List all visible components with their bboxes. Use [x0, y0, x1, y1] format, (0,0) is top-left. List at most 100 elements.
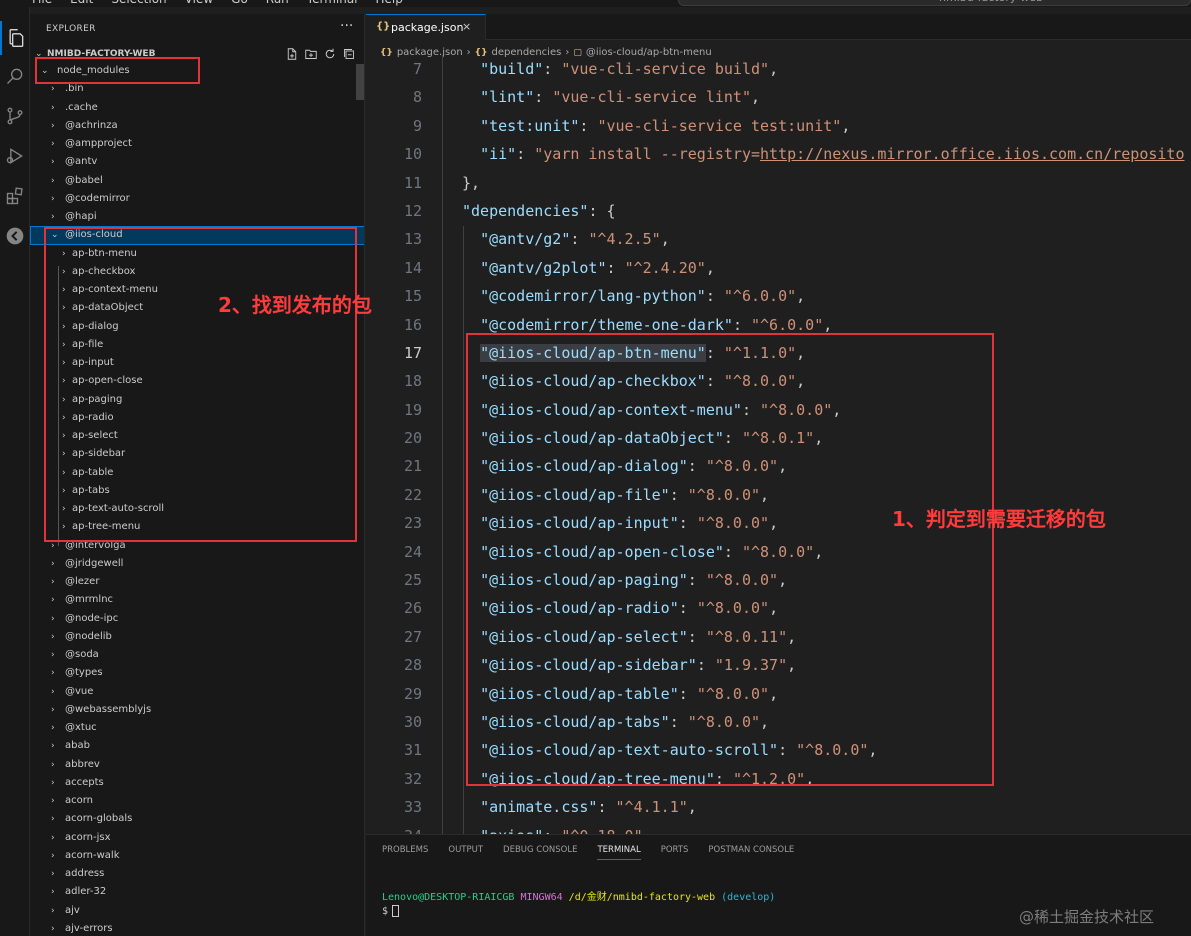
panel-tab-postman-console[interactable]: POSTMAN CONSOLE [708, 845, 794, 860]
tree-item[interactable]: › @nodelib [30, 628, 364, 646]
menu-item[interactable]: View [185, 0, 213, 6]
tree-item[interactable]: › acorn-walk [30, 847, 364, 865]
tree-item[interactable]: › @babel [30, 172, 364, 190]
code-text: "@codemirror/lang-python": "^6.0.0", [462, 282, 805, 310]
tree-item-label: @antv [65, 156, 98, 168]
close-icon[interactable]: × [462, 20, 471, 33]
extensions-icon[interactable] [0, 179, 30, 213]
tree-item[interactable]: › @ampproject [30, 135, 364, 153]
tree-item-label: acorn-walk [65, 849, 120, 861]
panel-tab-terminal[interactable]: TERMINAL [597, 845, 641, 860]
json-key: "animate.css" [480, 798, 598, 817]
json-punct: : { [588, 201, 616, 220]
menu-item[interactable]: Edit [70, 0, 93, 6]
remote-icon[interactable] [0, 219, 30, 253]
terminal-user: Lenovo@DESKTOP-RIAICGB [382, 892, 515, 903]
chevron-right-icon: › [51, 759, 55, 770]
panel-tab-ports[interactable]: PORTS [661, 845, 689, 860]
tree-item[interactable]: › @vue [30, 683, 364, 701]
tree-item[interactable]: › @achrinza [30, 117, 364, 135]
menu-item[interactable]: Help [376, 0, 403, 6]
json-url-link[interactable]: http://nexus.mirror.office.iios.com.cn/r… [760, 145, 1184, 163]
chevron-right-icon: › [51, 741, 55, 752]
json-punct: , [769, 60, 779, 78]
refresh-icon[interactable] [323, 47, 337, 61]
tree-item[interactable]: › @types [30, 664, 364, 682]
chevron-right-icon: › [51, 613, 55, 624]
tree-item[interactable]: › @lezer [30, 573, 364, 591]
json-value: "vue-cli-service build" [561, 60, 770, 78]
code-line: 15 "@codemirror/lang-python": "^6.0.0", [366, 282, 1191, 310]
source-control-icon[interactable] [0, 99, 30, 133]
tree-item[interactable]: › address [30, 865, 364, 883]
collapse-all-icon[interactable] [342, 47, 356, 61]
tree-item[interactable]: › @codemirror [30, 190, 364, 208]
tree-item[interactable]: › @antv [30, 153, 364, 171]
code-text: "test:unit": "vue-cli-service test:unit"… [462, 112, 850, 140]
tree-item[interactable]: › acorn [30, 792, 364, 810]
panel-tab-output[interactable]: OUTPUT [448, 845, 483, 860]
run-debug-icon[interactable] [0, 139, 30, 173]
menu-item[interactable]: Run [266, 0, 289, 6]
json-value: "yarn install --registry= [534, 145, 761, 164]
line-number: 9 [412, 116, 422, 135]
tree-item[interactable]: › accepts [30, 774, 364, 792]
tree-item[interactable]: › @soda [30, 646, 364, 664]
terminal-output[interactable]: Lenovo@DESKTOP-RIAICGB MINGW64 /d/金财/nmi… [382, 891, 775, 919]
tree-item[interactable]: › @xtuc [30, 719, 364, 737]
panel-tab-problems[interactable]: PROBLEMS [382, 845, 428, 860]
chevron-right-icon: › [51, 686, 55, 697]
menu-item[interactable]: Selection [111, 0, 166, 6]
watermark: @稀土掘金技术社区 [1019, 908, 1155, 926]
tree-item[interactable]: › @node-ipc [30, 610, 364, 628]
tab-package-json[interactable]: {} package.json × [366, 14, 486, 40]
line-number: 22 [403, 485, 422, 504]
tree-item[interactable]: › acorn-jsx [30, 829, 364, 847]
chevron-right-icon: › [51, 558, 55, 569]
sidebar-scrollbar[interactable] [356, 64, 364, 100]
line-number: 25 [403, 571, 422, 590]
chevron-right-icon: › [51, 595, 55, 606]
panel-tab-debug-console[interactable]: DEBUG CONSOLE [503, 845, 577, 860]
json-value: "^2.4.20" [624, 258, 706, 277]
json-colon: : [543, 827, 561, 834]
tree-item[interactable]: › ajv [30, 902, 364, 920]
tree-item[interactable]: › adler-32 [30, 883, 364, 901]
tree-item[interactable]: › abbrev [30, 756, 364, 774]
tree-item-label: @achrinza [65, 119, 118, 131]
tree-item[interactable]: › .cache [30, 99, 364, 117]
tree-item[interactable]: › ajv-errors [30, 920, 364, 936]
terminal-branch: (develop) [721, 892, 776, 903]
annotation-box-node-modules [35, 57, 200, 84]
tree-item[interactable]: › abab [30, 737, 364, 755]
json-key: "ii" [480, 145, 517, 164]
new-folder-icon[interactable] [304, 47, 318, 61]
new-file-icon[interactable] [285, 47, 299, 61]
menu-item[interactable]: File [32, 0, 52, 6]
annotation-box-dependencies [466, 333, 994, 786]
tree-item[interactable]: › @jridgewell [30, 555, 364, 573]
menu-item[interactable]: Terminal [307, 0, 358, 6]
more-actions-icon[interactable]: ··· [340, 18, 353, 34]
tree-item[interactable]: › @webassemblyjs [30, 701, 364, 719]
command-center[interactable]: nmibd-factory-web [678, 0, 1191, 6]
tree-item[interactable]: › @mrmlnc [30, 591, 364, 609]
panel-tabs: PROBLEMS OUTPUT DEBUG CONSOLE TERMINAL PORTS… [382, 845, 814, 860]
tree-item[interactable]: › acorn-globals [30, 810, 364, 828]
line-number: 31 [403, 741, 422, 760]
menu-bar: File Edit Selection View Go Run Terminal Help [32, 0, 421, 6]
tree-item[interactable]: › @hapi [30, 208, 364, 226]
chevron-right-icon: › [51, 887, 55, 898]
json-colon: : [606, 258, 625, 277]
line-number: 13 [403, 230, 422, 249]
json-value: "vue-cli-service test:unit" [597, 116, 842, 135]
json-value: "^4.1.1" [615, 798, 688, 817]
menu-item[interactable]: Go [231, 0, 248, 6]
explorer-icon[interactable] [0, 21, 30, 55]
search-icon[interactable] [0, 59, 30, 93]
tree-item-label: acorn [65, 795, 94, 806]
chevron-right-icon: › [51, 175, 55, 186]
